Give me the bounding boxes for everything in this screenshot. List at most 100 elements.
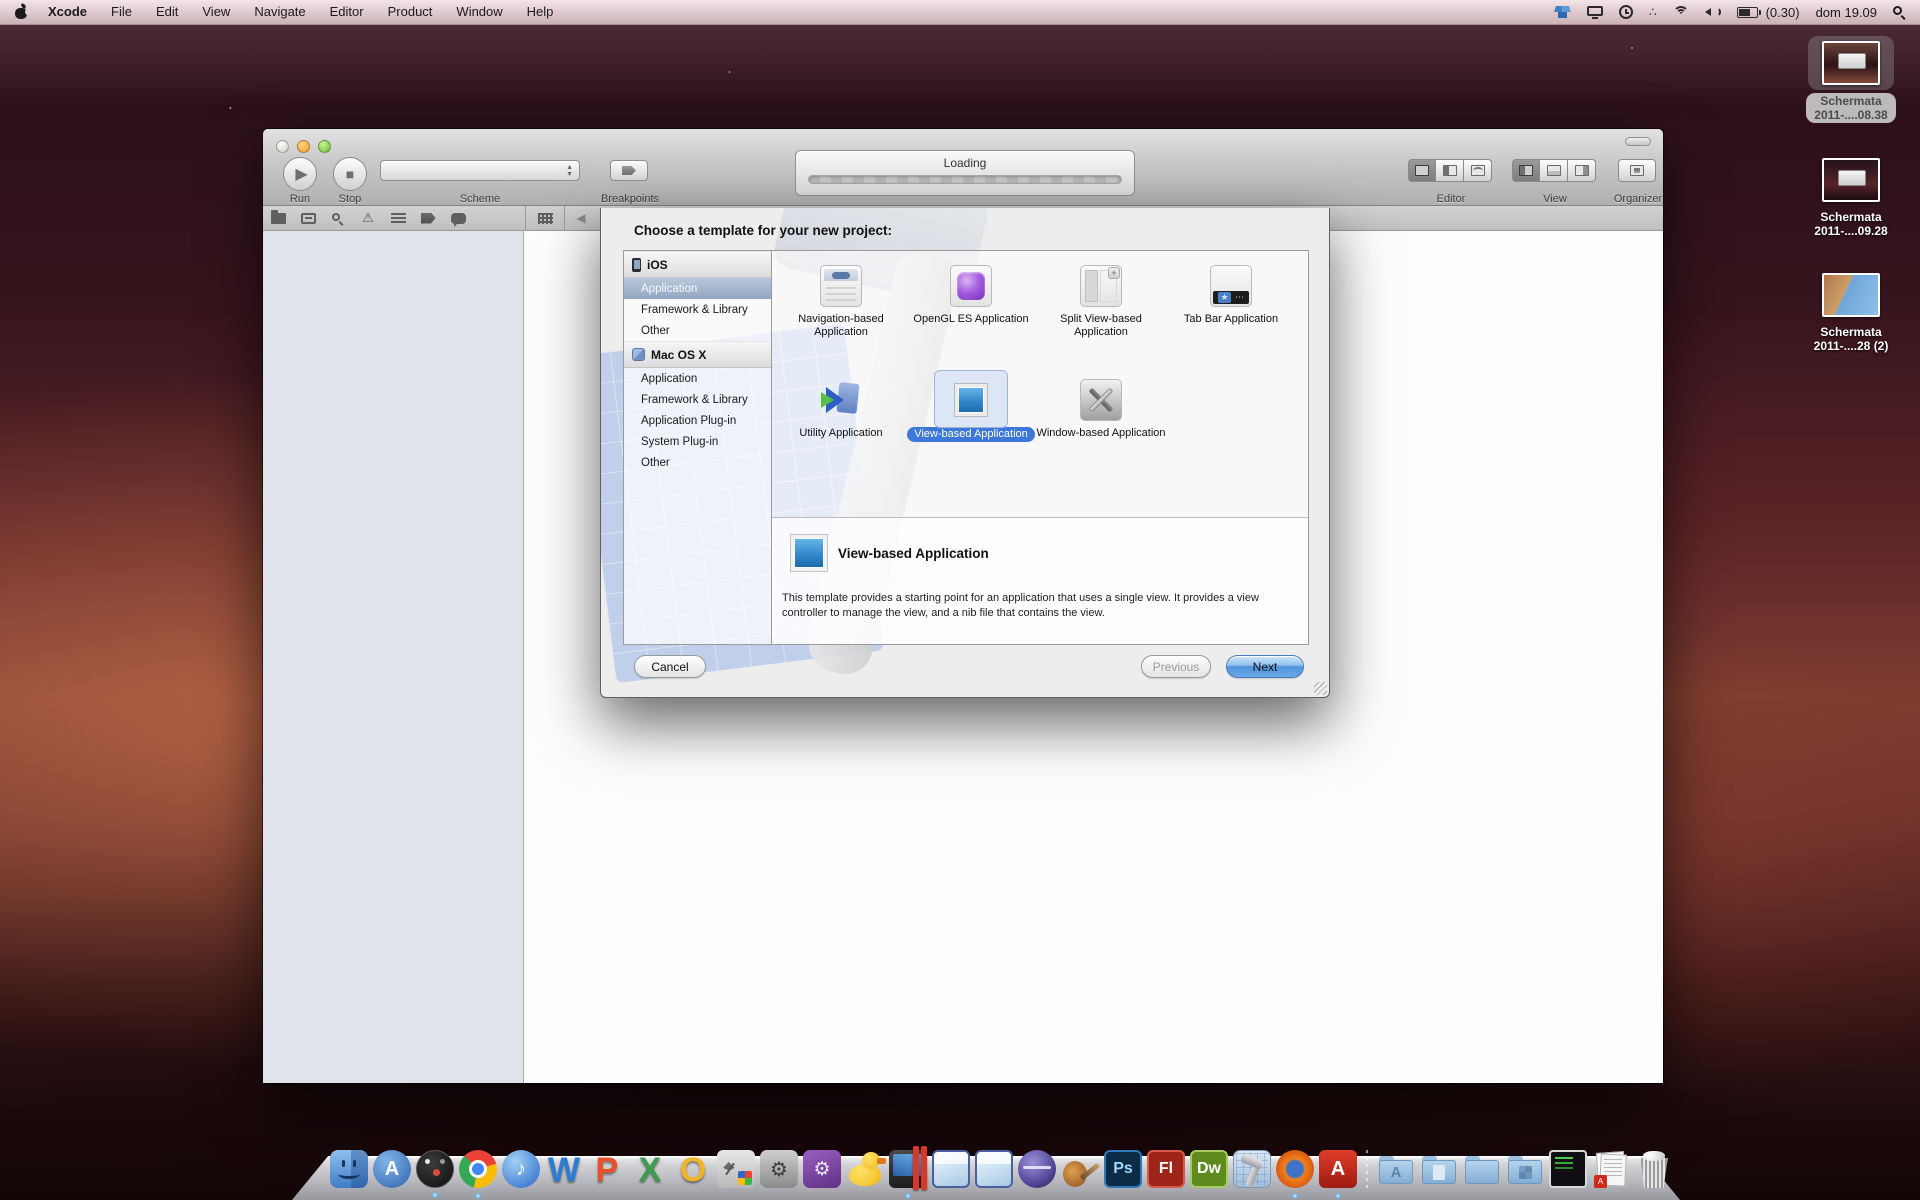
scheme-popup[interactable]: ▲▼ (380, 160, 580, 181)
dashboard-icon[interactable] (416, 1150, 454, 1188)
display-icon[interactable] (1587, 6, 1603, 19)
dots-icon[interactable]: ∴ (1649, 5, 1657, 19)
close-button[interactable] (276, 140, 289, 153)
view-segmented-control (1512, 159, 1596, 182)
xcode-dock-icon[interactable] (1233, 1150, 1271, 1188)
documents-stack-icon[interactable]: A (1592, 1150, 1630, 1188)
menu-navigate[interactable]: Navigate (243, 0, 316, 24)
template-split-view-based[interactable]: + Split View-based Application (1036, 265, 1166, 339)
volume-icon[interactable] (1705, 6, 1721, 18)
assistant-editor-button[interactable] (1436, 159, 1464, 182)
back-button[interactable]: ◀ (569, 211, 593, 225)
outlook-icon[interactable]: O (674, 1150, 712, 1188)
navigator-area[interactable] (263, 231, 524, 1083)
new-project-sheet: Choose a template for your new project: … (600, 208, 1330, 698)
garageband-icon[interactable] (1061, 1150, 1099, 1188)
dreamweaver-icon[interactable]: Dw (1190, 1150, 1228, 1188)
menu-clock[interactable]: dom 19.09 (1816, 5, 1877, 20)
category-ios-other[interactable]: Other (624, 320, 771, 341)
cyberduck-icon[interactable] (846, 1150, 884, 1188)
trash-icon[interactable] (1635, 1150, 1673, 1188)
windows-folder-icon[interactable] (1506, 1150, 1544, 1188)
category-ios-application[interactable]: Application (624, 278, 771, 299)
split-view-icon: + (1080, 265, 1122, 307)
terminal-stack-icon[interactable] (1549, 1150, 1587, 1188)
next-button[interactable]: Next (1226, 655, 1304, 678)
eclipse-icon[interactable] (1018, 1150, 1056, 1188)
chrome-icon[interactable] (459, 1150, 497, 1188)
debug-navigator-icon[interactable] (383, 213, 413, 224)
gears-utility-icon[interactable]: ⚙ (760, 1150, 798, 1188)
menu-file[interactable]: File (100, 0, 143, 24)
related-items-icon[interactable] (530, 213, 560, 224)
flash-icon[interactable]: Fl (1147, 1150, 1185, 1188)
menu-window[interactable]: Window (445, 0, 513, 24)
template-tab-bar[interactable]: ★⋯ Tab Bar Application (1166, 265, 1296, 326)
template-opengl-es[interactable]: OpenGL ES Application (906, 265, 1036, 326)
zoom-button[interactable] (318, 140, 331, 153)
cancel-button[interactable]: Cancel (634, 655, 706, 678)
desktop-icon-screenshot-2[interactable]: Schermata2011-....09.28 (1796, 153, 1906, 238)
debug-area-toggle-button[interactable] (1540, 159, 1568, 182)
itunes-icon[interactable]: ♪ (502, 1150, 540, 1188)
resize-grip[interactable] (1314, 682, 1327, 695)
version-editor-button[interactable] (1464, 159, 1492, 182)
powerpoint-icon[interactable]: P (588, 1150, 626, 1188)
excel-icon[interactable]: X (631, 1150, 669, 1188)
template-view-based-selected[interactable]: View-based Application (906, 379, 1036, 442)
firefox-icon[interactable] (1276, 1150, 1314, 1188)
desktop-icon-screenshot-1[interactable]: Schermata2011-....08.38 (1796, 36, 1906, 123)
category-mac-other[interactable]: Other (624, 452, 771, 473)
menu-product[interactable]: Product (377, 0, 444, 24)
spotlight-icon[interactable] (1893, 6, 1906, 19)
symbol-navigator-icon[interactable] (293, 213, 323, 224)
run-button[interactable]: ▶ (283, 157, 317, 191)
app-store-icon[interactable]: A (373, 1150, 411, 1188)
applications-folder-icon[interactable]: A (1377, 1150, 1415, 1188)
navigator-toggle-button[interactable] (1512, 159, 1540, 182)
finder-icon[interactable] (330, 1150, 368, 1188)
breakpoints-button[interactable] (610, 160, 648, 181)
category-mac-application-plugin[interactable]: Application Plug-in (624, 410, 771, 431)
menu-edit[interactable]: Edit (145, 0, 189, 24)
windows-vm-icon[interactable] (889, 1150, 927, 1188)
menu-xcode[interactable]: Xcode (37, 0, 98, 24)
stop-button[interactable]: ■ (333, 157, 367, 191)
project-navigator-icon[interactable] (263, 213, 293, 224)
cube-app-icon-1[interactable] (932, 1150, 970, 1188)
remote-desktop-icon[interactable] (717, 1150, 755, 1188)
dropbox-icon[interactable] (1555, 5, 1571, 19)
menu-editor[interactable]: Editor (319, 0, 375, 24)
category-mac-application[interactable]: Application (624, 368, 771, 389)
breakpoint-navigator-icon[interactable] (413, 213, 443, 224)
plist-editor-icon[interactable]: ⚙ (803, 1150, 841, 1188)
acrobat-reader-icon[interactable]: A (1319, 1150, 1357, 1188)
apple-menu-icon[interactable] (14, 4, 29, 20)
cube-app-icon-2[interactable] (975, 1150, 1013, 1188)
minimize-button[interactable] (297, 140, 310, 153)
issue-navigator-icon[interactable]: ⚠ (353, 210, 383, 226)
template-navigation-based[interactable]: Navigation-based Application (776, 265, 906, 339)
category-ios-framework-library[interactable]: Framework & Library (624, 299, 771, 320)
search-navigator-icon[interactable] (323, 213, 353, 224)
organizer-button[interactable] (1618, 159, 1656, 182)
word-icon[interactable]: W (545, 1150, 583, 1188)
menu-help[interactable]: Help (516, 0, 565, 24)
template-utility[interactable]: Utility Application (776, 379, 906, 440)
standard-editor-button[interactable] (1408, 159, 1436, 182)
log-navigator-icon[interactable] (443, 213, 473, 224)
previous-button[interactable]: Previous (1141, 655, 1211, 678)
time-machine-icon[interactable] (1619, 5, 1633, 19)
photoshop-icon[interactable]: Ps (1104, 1150, 1142, 1188)
template-window-based[interactable]: Window-based Application (1036, 379, 1166, 440)
battery-icon[interactable]: (0.30) (1737, 5, 1800, 20)
downloads-folder-icon[interactable] (1463, 1150, 1501, 1188)
toolbar-toggle-lozenge[interactable] (1625, 137, 1651, 146)
category-mac-system-plugin[interactable]: System Plug-in (624, 431, 771, 452)
documents-folder-icon[interactable] (1420, 1150, 1458, 1188)
wifi-icon[interactable] (1673, 6, 1689, 18)
category-mac-framework-library[interactable]: Framework & Library (624, 389, 771, 410)
utilities-toggle-button[interactable] (1568, 159, 1596, 182)
desktop-icon-screenshot-3[interactable]: Schermata2011-....28 (2) (1796, 268, 1906, 353)
menu-view[interactable]: View (191, 0, 241, 24)
